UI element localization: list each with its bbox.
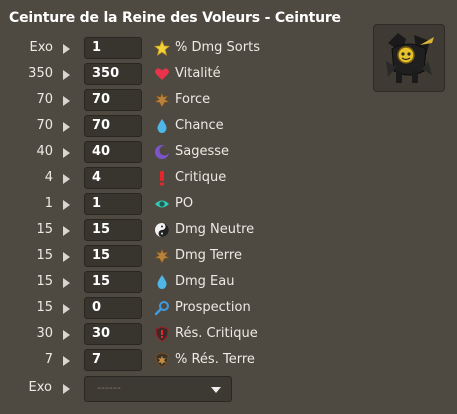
stat-value-input[interactable]: 1 — [84, 37, 142, 59]
stat-row-vitalite: 350 350 Vitalité — [0, 62, 370, 88]
arrow-right-icon[interactable] — [63, 304, 70, 314]
arrow-right-icon[interactable] — [63, 96, 70, 106]
arrow-right-icon[interactable] — [63, 44, 70, 54]
stat-row-dmg-sorts: Exo 1 % Dmg Sorts — [0, 36, 370, 62]
stat-value-input[interactable]: 15 — [84, 245, 142, 267]
stat-label: Chance — [175, 118, 224, 133]
arrow-right-icon[interactable] — [63, 252, 70, 262]
stat-label: Vitalité — [175, 66, 221, 81]
stat-value-input[interactable]: 40 — [84, 141, 142, 163]
stat-row-chance: 70 70 Chance — [0, 114, 370, 140]
arrow-right-icon[interactable] — [63, 174, 70, 184]
stat-label: % Dmg Sorts — [175, 40, 260, 55]
base-value: 7 — [44, 352, 53, 367]
neutral-yin-yang-icon — [154, 222, 170, 238]
base-value: Exo — [29, 40, 53, 55]
base-value: 40 — [36, 144, 53, 159]
base-value: 15 — [36, 300, 53, 315]
critical-exclamation-icon — [154, 170, 170, 186]
stats-list: Exo 1 % Dmg Sorts 350 350 Vitalité 70 70… — [0, 36, 370, 374]
base-value: 15 — [36, 222, 53, 237]
item-image-frame — [373, 24, 445, 92]
stat-row-dmg-eau: 15 15 Dmg Eau — [0, 270, 370, 296]
exo-base-label: Exo — [28, 380, 52, 395]
stat-value-input[interactable]: 30 — [84, 323, 142, 345]
stat-row-dmg-neutre: 15 15 Dmg Neutre — [0, 218, 370, 244]
critical-resistance-shield-icon — [154, 326, 170, 342]
stat-row-po: 1 1 PO — [0, 192, 370, 218]
arrow-right-icon[interactable] — [63, 330, 70, 340]
base-value: 1 — [44, 196, 53, 211]
stat-label: Rés. Critique — [175, 326, 258, 341]
arrow-right-icon[interactable] — [63, 70, 70, 80]
earth-element-icon — [154, 92, 170, 108]
stat-label: Critique — [175, 170, 227, 185]
stat-label: Force — [175, 92, 211, 107]
heart-icon — [154, 66, 170, 82]
water-drop-icon — [154, 274, 170, 290]
star-icon — [154, 40, 170, 56]
chevron-down-icon — [211, 387, 221, 393]
stat-value-input[interactable]: 7 — [84, 349, 142, 371]
arrow-right-icon[interactable] — [63, 356, 70, 366]
stat-row-prospection: 15 0 Prospection — [0, 296, 370, 322]
stat-row-res-critique: 30 30 Rés. Critique — [0, 322, 370, 348]
stat-row-res-terre: 7 7 % Rés. Terre — [0, 348, 370, 374]
arrow-right-icon[interactable] — [63, 226, 70, 236]
earth-resistance-icon — [154, 352, 170, 368]
range-eye-icon — [154, 196, 170, 212]
water-drop-icon — [154, 118, 170, 134]
stat-label: Sagesse — [175, 144, 230, 159]
base-value: 15 — [36, 274, 53, 289]
stat-label: PO — [175, 196, 194, 211]
stat-value-input[interactable]: 4 — [84, 167, 142, 189]
base-value: 70 — [36, 118, 53, 133]
stat-label: Dmg Neutre — [175, 222, 255, 237]
stat-value-input[interactable]: 1 — [84, 193, 142, 215]
stat-label: Dmg Terre — [175, 248, 242, 263]
stat-row-force: 70 70 Force — [0, 88, 370, 114]
base-value: 30 — [36, 326, 53, 341]
select-placeholder: ------ — [97, 381, 121, 394]
stat-label: % Rés. Terre — [175, 352, 255, 367]
stat-label: Prospection — [175, 300, 251, 315]
stat-row-dmg-terre: 15 15 Dmg Terre — [0, 244, 370, 270]
prospecting-key-icon — [154, 300, 170, 316]
stat-value-input[interactable]: 0 — [84, 297, 142, 319]
thief-queen-belt-icon — [386, 33, 434, 83]
base-value: 350 — [28, 66, 53, 81]
arrow-right-icon[interactable] — [63, 384, 70, 394]
stat-value-input[interactable]: 70 — [84, 89, 142, 111]
stat-row-sagesse: 40 40 Sagesse — [0, 140, 370, 166]
stat-value-input[interactable]: 15 — [84, 219, 142, 241]
base-value: 4 — [44, 170, 53, 185]
stat-value-input[interactable]: 15 — [84, 271, 142, 293]
stat-value-input[interactable]: 70 — [84, 115, 142, 137]
wisdom-moon-icon — [154, 144, 170, 160]
exo-stat-select[interactable]: ------ — [84, 376, 232, 402]
arrow-right-icon[interactable] — [63, 200, 70, 210]
earth-element-icon — [154, 248, 170, 264]
arrow-right-icon[interactable] — [63, 278, 70, 288]
arrow-right-icon[interactable] — [63, 148, 70, 158]
base-value: 15 — [36, 248, 53, 263]
stat-label: Dmg Eau — [175, 274, 235, 289]
stat-row-critique: 4 4 Critique — [0, 166, 370, 192]
base-value: 70 — [36, 92, 53, 107]
arrow-right-icon[interactable] — [63, 122, 70, 132]
stat-value-input[interactable]: 350 — [84, 63, 142, 85]
item-title: Ceinture de la Reine des Voleurs - Ceint… — [9, 10, 341, 26]
